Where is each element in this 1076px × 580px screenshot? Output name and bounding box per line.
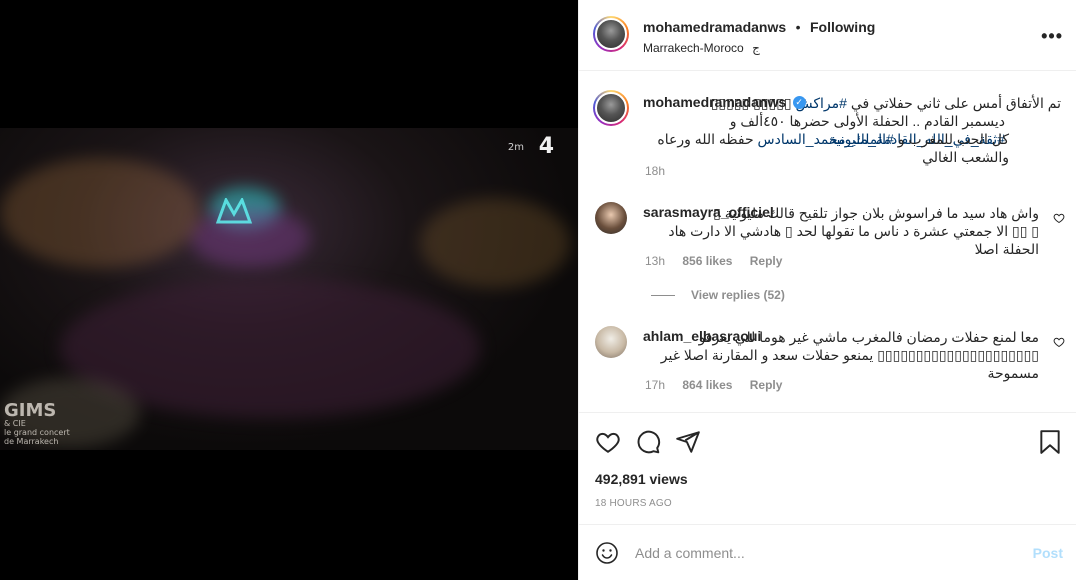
overlay-sub3: de Marrakech: [4, 437, 59, 446]
comment-time: 13h: [645, 254, 666, 268]
post-header: mohamedramadanws • Following Marrakech-M…: [579, 0, 1076, 71]
emoji-icon[interactable]: [595, 541, 619, 565]
city-lights-left: [0, 158, 200, 268]
comment-user: sarasmayra_officiel: [643, 204, 774, 222]
comment-user: ahlam_elbasraoui: [643, 328, 761, 346]
caption-avatar[interactable]: [593, 90, 629, 126]
comments-section: تم الأتفاق أمس على ثاني حفلاتي في #مراكش…: [579, 72, 1076, 412]
caption-username[interactable]: mohamedramadanws: [643, 94, 786, 110]
location-flag: ج: [752, 41, 760, 55]
more-options-icon[interactable]: •••: [1041, 26, 1063, 47]
comment-reply-button[interactable]: Reply: [750, 254, 783, 268]
caption-text-1: تم الأتفاق أمس على ثاني حفلاتي في: [846, 95, 1061, 111]
comment-like-icon[interactable]: [1053, 212, 1065, 224]
comment-meta: 17h 864 likes Reply: [645, 378, 782, 392]
comment-input[interactable]: Add a comment...: [635, 545, 745, 561]
channel-sub-label: 2m: [507, 142, 524, 153]
author-username[interactable]: mohamedramadanws: [643, 19, 786, 35]
view-count[interactable]: 492,891 views: [595, 471, 688, 487]
caption-line-3: كل الحب للمغرب و #الملك_محمد_السادس حفظه…: [643, 130, 1009, 166]
view-replies-label: View replies (52): [691, 288, 785, 302]
comment-composer: Add a comment... Post: [579, 524, 1076, 580]
post-actions: 492,891 views 18 HOURS AGO: [579, 412, 1076, 537]
comment-username[interactable]: sarasmayra_officiel: [643, 204, 774, 220]
media-area: 2m 4 GIMS & CIE le grand concert de Marr…: [0, 0, 578, 580]
instagram-post-modal: 2m 4 GIMS & CIE le grand concert de Marr…: [0, 0, 1076, 580]
video-overlay-title: GIMS & CIE le grand concert de Marrakech: [4, 400, 70, 447]
location-line: Marrakech-Moroco ج: [643, 39, 760, 57]
post-panel: mohamedramadanws • Following Marrakech-M…: [578, 0, 1076, 580]
comment-text-2: ▯▯▯▯▯▯▯▯▯▯▯▯▯▯▯▯▯▯▯▯▯ يمنعو حفلات سعد و …: [660, 347, 1039, 381]
comment-like-icon[interactable]: [1053, 336, 1065, 348]
share-plane-icon[interactable]: [675, 429, 701, 455]
comment-line-2: ▯▯▯▯▯▯▯▯▯▯▯▯▯▯▯▯▯▯▯▯▯ يمنعو حفلات سعد و …: [643, 346, 1039, 382]
verified-badge-icon: ✓: [792, 96, 806, 110]
author-avatar[interactable]: [593, 16, 629, 52]
save-bookmark-icon[interactable]: [1037, 429, 1063, 455]
comment-likes[interactable]: 856 likes: [682, 254, 732, 268]
caption-text-3: كل الحب للمغرب و: [893, 131, 1009, 147]
overlay-sub2: le grand concert: [4, 428, 70, 437]
comment-meta: 13h 856 likes Reply: [645, 254, 782, 268]
video-player[interactable]: 2m 4 GIMS & CIE le grand concert de Marr…: [0, 128, 578, 450]
city-lights-right: [420, 198, 570, 288]
replies-divider: [651, 295, 675, 297]
comment-reply-button[interactable]: Reply: [750, 378, 783, 392]
comment-time: 17h: [645, 378, 666, 392]
location-link[interactable]: Marrakech-Moroco: [643, 41, 744, 55]
stage-logo-icon: [216, 198, 253, 224]
caption-text-2: ديسمبر القادم .. الحفلة الأولى حضرها ٤٥٠…: [729, 113, 1005, 129]
comment-bubble-icon[interactable]: [635, 429, 661, 455]
caption-time: 18h: [645, 164, 666, 178]
comment-avatar[interactable]: [595, 326, 627, 358]
comment-likes[interactable]: 864 likes: [682, 378, 732, 392]
comment-username[interactable]: ahlam_elbasraoui: [643, 328, 761, 344]
comment-text-2: ▯ ▯▯ الا جمعتي عشرة د ناس ما تقولها لحد …: [668, 223, 1039, 257]
like-heart-icon[interactable]: [595, 429, 621, 455]
caption-user: mohamedramadanws ✓: [643, 94, 808, 112]
following-button[interactable]: Following: [810, 19, 875, 35]
hashtag-king[interactable]: #الملك_محمد_السادس: [758, 131, 894, 147]
author-line: mohamedramadanws • Following: [643, 19, 875, 37]
view-replies-button[interactable]: View replies (52): [651, 288, 785, 302]
post-comment-button[interactable]: Post: [1033, 545, 1063, 561]
comment-line-2: ▯ ▯▯ الا جمعتي عشرة د ناس ما تقولها لحد …: [643, 222, 1039, 258]
comment-avatar[interactable]: [595, 202, 627, 234]
separator-dot: •: [795, 19, 801, 35]
channel-logo: 4: [538, 134, 554, 159]
overlay-title: GIMS: [4, 400, 57, 421]
post-timestamp: 18 HOURS AGO: [595, 498, 672, 509]
